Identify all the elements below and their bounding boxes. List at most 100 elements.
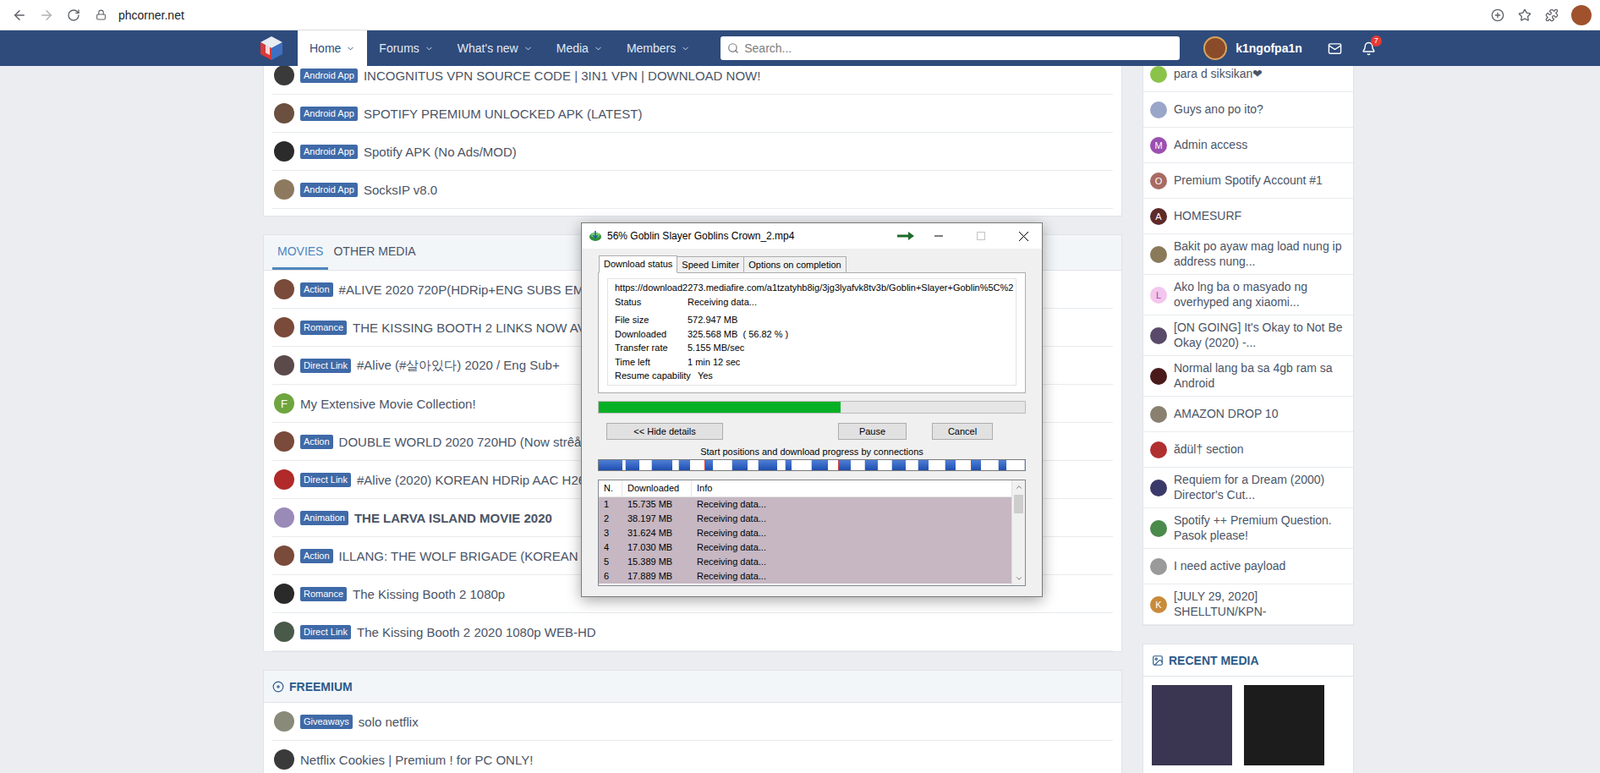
sidebar-item[interactable]: O Premium Spotify Account #1 (1143, 163, 1354, 199)
address-bar[interactable]: phcorner.net (118, 8, 185, 22)
chevron-up-icon[interactable] (1014, 482, 1024, 492)
column-header[interactable]: N. (598, 480, 623, 497)
sidebar-item-title[interactable]: AMAZON DROP 10 (1173, 406, 1278, 422)
search-field[interactable]: Search... (720, 36, 1180, 61)
thread-tag[interactable]: Animation (300, 510, 349, 526)
user-avatar[interactable] (1150, 65, 1168, 83)
user-avatar[interactable] (273, 431, 295, 452)
profile-avatar[interactable] (1571, 5, 1592, 26)
user-avatar[interactable] (273, 141, 295, 162)
user-avatar[interactable] (1150, 558, 1168, 576)
site-logo[interactable] (253, 30, 290, 66)
user-avatar[interactable]: F (273, 393, 295, 414)
thread-tag[interactable]: Giveaways (300, 714, 353, 729)
user-avatar[interactable] (273, 621, 295, 642)
table-row[interactable]: 331.624 MBReceiving data... (598, 526, 1012, 541)
thread-row[interactable]: Android AppSpotify APK (No Ads/MOD) (272, 132, 1113, 171)
extensions-button[interactable] (1539, 2, 1565, 28)
sidebar-item[interactable]: AMAZON DROP 10 (1143, 396, 1354, 433)
thread-title[interactable]: My Extensive Movie Collection! (300, 396, 477, 411)
thread-tag[interactable]: Direct Link (300, 358, 351, 373)
sidebar-item-title[interactable]: Normal lang ba sa 4gb ram sa Android (1173, 361, 1347, 391)
thread-tag[interactable]: Action (300, 282, 334, 297)
alerts-button[interactable]: 7 (1356, 35, 1382, 61)
dialog-tab[interactable]: Speed Limiter (676, 256, 745, 274)
sidebar-item-title[interactable]: Guys ano po ito? (1173, 102, 1264, 118)
sidebar-item[interactable]: L Ako lng ba o masyado ng overhyped ang x… (1143, 274, 1354, 316)
sidebar-item[interactable]: Normal lang ba sa 4gb ram sa Android (1143, 356, 1354, 397)
forward-button[interactable] (33, 2, 60, 28)
lock-icon[interactable] (95, 9, 107, 21)
close-icon[interactable] (1019, 231, 1029, 242)
thread-title[interactable]: The Kissing Booth 2 1080p (352, 586, 505, 602)
mail-icon[interactable] (1327, 41, 1343, 56)
close-button[interactable] (1004, 223, 1042, 249)
user-avatar[interactable] (273, 749, 295, 770)
nav-tab[interactable]: Members (614, 30, 702, 66)
thread-title[interactable]: SocksIP v8.0 (363, 182, 438, 198)
section-tab[interactable]: OTHER MEDIA (328, 235, 421, 270)
dialog-tab[interactable]: Options on completion (743, 256, 846, 274)
reload-icon[interactable] (66, 8, 81, 22)
site-info-button[interactable] (87, 2, 114, 28)
user-avatar[interactable]: L (1150, 286, 1168, 304)
inbox-button[interactable] (1322, 35, 1348, 61)
thread-row[interactable]: Giveaways solo netflix (272, 702, 1113, 741)
sidebar-item-title[interactable]: para d siksikan❤ (1173, 66, 1263, 83)
chevron-down-icon[interactable] (1014, 574, 1024, 583)
star-icon[interactable] (1517, 8, 1532, 22)
user-avatar[interactable]: O (1150, 172, 1168, 190)
sidebar-item-title[interactable]: Bakit po ayaw mag load nung ip address n… (1173, 239, 1347, 269)
thread-title[interactable]: Spotify APK (No Ads/MOD) (363, 144, 517, 159)
user-avatar[interactable] (1150, 520, 1168, 537)
user-avatar[interactable]: M (1150, 136, 1168, 154)
sidebar-item-title[interactable]: [JULY 29, 2020] SHELLTUN/KPN- (1173, 589, 1347, 620)
caret-icon[interactable] (680, 43, 691, 54)
table-row[interactable]: 238.197 MBReceiving data... (598, 511, 1012, 527)
caret-icon[interactable] (593, 43, 603, 54)
account-avatar[interactable] (1203, 36, 1228, 61)
scroll-track[interactable] (1012, 514, 1025, 572)
scroll-down[interactable] (1012, 571, 1025, 586)
thread-tag[interactable]: Direct Link (300, 472, 351, 488)
thread-title[interactable]: INCOGNITUS VPN SOURCE CODE | 3IN1 VPN | … (363, 68, 762, 83)
thread-tag[interactable]: Action (300, 434, 334, 450)
user-avatar[interactable] (273, 179, 295, 200)
sidebar-item-title[interactable]: Ako lng ba o masyado ng overhyped ang xi… (1173, 279, 1347, 310)
sidebar-item[interactable]: AHOMESURF (1143, 198, 1354, 235)
sidebar-item[interactable]: Guys ano po ito? (1143, 92, 1354, 128)
scrollbar[interactable] (1011, 480, 1025, 586)
user-avatar[interactable]: A (1150, 208, 1168, 225)
thread-tag[interactable]: Romance (300, 320, 347, 335)
thread-row[interactable]: Direct LinkThe Kissing Booth 2 2020 1080… (272, 613, 1113, 652)
sidebar-item-title[interactable]: ădül† section (1173, 442, 1244, 458)
user-avatar[interactable] (273, 545, 295, 566)
forward-arrow-icon[interactable] (38, 7, 55, 23)
nav-tab[interactable]: Home (297, 30, 368, 66)
back-button[interactable] (6, 2, 33, 28)
username[interactable]: k1ngofpa1n (1235, 41, 1303, 55)
sidebar-item-title[interactable]: Premium Spotify Account #1 (1173, 173, 1323, 189)
thread-row[interactable]: Netflix Cookies | Premium ! for PC ONLY! (272, 740, 1113, 773)
sidebar-item[interactable]: Bakit po ayaw mag load nung ip address n… (1143, 234, 1354, 275)
caret-icon[interactable] (424, 43, 434, 54)
user-avatar[interactable] (273, 279, 295, 300)
thread-tag[interactable]: Android App (300, 68, 358, 83)
thread-title[interactable]: SPOTIFY PREMIUM UNLOCKED APK (LATEST) (363, 106, 643, 121)
sidebar-item-title[interactable]: I need active payload (1173, 558, 1286, 575)
sidebar-item[interactable]: Spotify ++ Premium Question. Pasok pleas… (1143, 508, 1354, 549)
install-button[interactable] (1484, 2, 1511, 28)
user-avatar[interactable] (1150, 367, 1168, 385)
thread-title[interactable]: DOUBLE WORLD 2020 720HD (Now strêåming (339, 434, 609, 450)
thread-title[interactable]: solo netflix (358, 714, 419, 729)
media-thumbnail[interactable] (1243, 684, 1325, 766)
install-icon[interactable] (1490, 8, 1505, 22)
puzzle-icon[interactable] (1545, 8, 1559, 22)
section-tab[interactable]: MOVIES (272, 235, 329, 270)
dialog-button[interactable]: Pause (838, 422, 907, 440)
sidebar-item[interactable]: Requiem for a Dream (2000) Director's Cu… (1143, 467, 1354, 509)
thread-title[interactable]: THE LARVA ISLAND MOVIE 2020 (354, 510, 553, 526)
user-avatar[interactable] (273, 103, 295, 124)
column-header[interactable]: Downloaded (622, 480, 692, 497)
user-avatar[interactable] (273, 583, 295, 604)
